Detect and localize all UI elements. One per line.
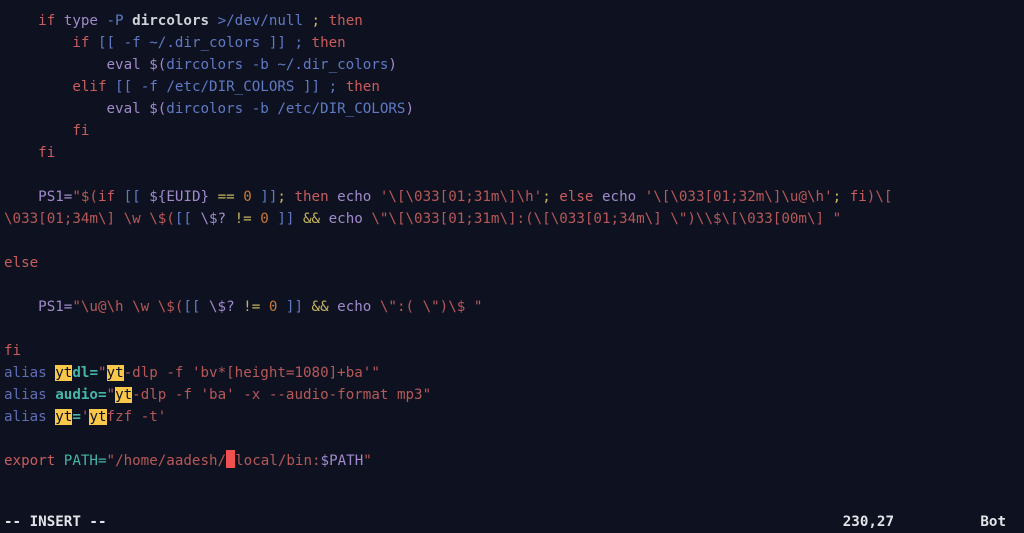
- code-line: alias yt='ytfzf -t': [4, 409, 166, 425]
- code-line: [4, 167, 13, 183]
- code-line: elif [[ -f /etc/DIR_COLORS ]] ; then: [4, 79, 380, 95]
- code-line: if [[ -f ~/.dir_colors ]] ; then: [4, 35, 346, 51]
- code-line: eval $(dircolors -b ~/.dir_colors): [4, 57, 397, 73]
- code-line: PS1="\u@\h \w \$([[ \$? != 0 ]] && echo …: [4, 299, 482, 315]
- code-line: else: [4, 255, 38, 271]
- code-line: PS1="$(if [[ ${EUID} == 0 ]]; then echo …: [4, 189, 892, 205]
- code-line: fi: [4, 123, 89, 139]
- code-line: export PATH="/home/aadesh/local/bin:$PAT…: [4, 453, 372, 469]
- code-line: fi: [4, 145, 55, 161]
- code-line: [4, 431, 13, 447]
- cursor: [226, 450, 235, 468]
- code-line: fi: [4, 343, 21, 359]
- code-line: alias ytdl="yt-dlp -f 'bv*[height=1080]+…: [4, 365, 380, 381]
- scroll-position: Bot: [980, 511, 1006, 533]
- code-line: [4, 233, 13, 249]
- code-line: eval $(dircolors -b /etc/DIR_COLORS): [4, 101, 414, 117]
- vim-mode: -- INSERT --: [4, 514, 107, 530]
- cursor-position: 230,27: [843, 511, 894, 533]
- vim-status-bar: -- INSERT -- 230,27 Bot: [0, 511, 1024, 533]
- code-line: \033[01;34m\] \w \$([[ \$? != 0 ]] && ec…: [4, 211, 841, 227]
- code-line: alias audio="yt-dlp -f 'ba' -x --audio-f…: [4, 387, 431, 403]
- code-editor[interactable]: if type -P dircolors >/dev/null ; then i…: [0, 0, 1024, 476]
- code-line: if type -P dircolors >/dev/null ; then: [4, 13, 363, 29]
- code-line: [4, 277, 13, 293]
- code-line: [4, 321, 13, 337]
